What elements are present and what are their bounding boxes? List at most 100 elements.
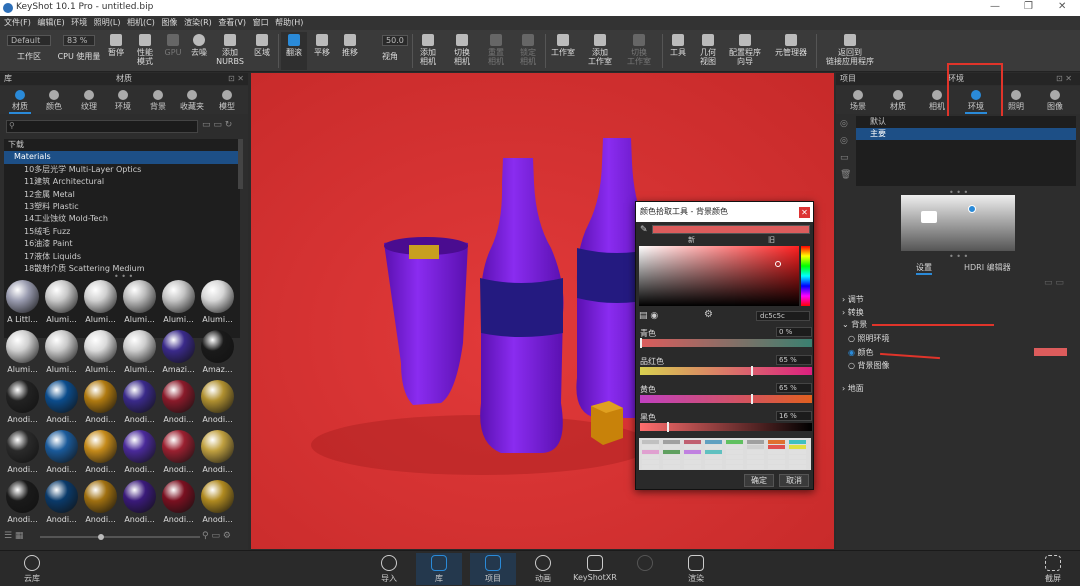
magenta-slider[interactable] bbox=[640, 366, 812, 376]
keyvr-button[interactable] bbox=[622, 553, 668, 585]
pause-button[interactable]: 暂停 bbox=[104, 32, 128, 70]
color-swatch[interactable] bbox=[684, 455, 701, 459]
color-swatch[interactable] bbox=[684, 465, 701, 469]
denoise-button[interactable]: 去噪 bbox=[187, 32, 211, 70]
gpu-button[interactable]: GPU bbox=[162, 32, 184, 70]
color-swatch[interactable] bbox=[789, 460, 806, 464]
material-thumbnail[interactable]: Anodi... bbox=[121, 478, 158, 526]
section-background[interactable]: ⌄ 背景 bbox=[842, 319, 867, 330]
splitter-handle[interactable]: • • • bbox=[949, 252, 968, 261]
import-button[interactable]: 导入 bbox=[366, 553, 412, 585]
color-swatch[interactable] bbox=[789, 455, 806, 459]
tree-item-download[interactable]: 下载 bbox=[4, 139, 240, 151]
tab-environments[interactable]: 环境 bbox=[106, 86, 140, 114]
tab-image[interactable]: 图像 bbox=[1038, 86, 1072, 114]
color-swatch[interactable] bbox=[705, 450, 722, 454]
color-swatch[interactable] bbox=[789, 440, 806, 444]
menu-window[interactable]: 窗口 bbox=[253, 16, 269, 30]
pan-button[interactable]: 平移 bbox=[309, 32, 335, 70]
color-swatch[interactable] bbox=[789, 465, 806, 469]
section-transform[interactable]: › 转换 bbox=[842, 307, 864, 318]
back-to-linked-app-button[interactable]: 返回到 链接应用程序 bbox=[820, 32, 880, 70]
cancel-button[interactable]: 取消 bbox=[779, 474, 809, 487]
material-thumbnail[interactable]: Alumi... bbox=[43, 278, 80, 326]
color-swatch[interactable] bbox=[747, 455, 764, 459]
color-swatch[interactable] bbox=[642, 450, 659, 454]
material-thumbnail[interactable]: Anodi... bbox=[4, 428, 41, 476]
material-thumbnail[interactable]: Amaz... bbox=[199, 328, 236, 376]
cyan-slider[interactable] bbox=[640, 338, 812, 348]
color-swatch[interactable] bbox=[726, 450, 743, 454]
cloud-library-button[interactable]: 云库 bbox=[9, 553, 55, 585]
screenshot-button[interactable]: 截屏 bbox=[1030, 553, 1076, 585]
tools-button[interactable]: 工具 bbox=[665, 32, 691, 70]
color-swatch[interactable] bbox=[663, 450, 680, 454]
tree-scrollbar[interactable] bbox=[238, 139, 243, 189]
tab-models[interactable]: 模型 bbox=[210, 86, 244, 114]
close-button[interactable]: ✕ bbox=[1058, 1, 1066, 12]
tree-item-materials[interactable]: Materials bbox=[4, 151, 240, 164]
tab-materials[interactable]: 材质 bbox=[3, 86, 37, 114]
color-swatch[interactable] bbox=[663, 445, 680, 449]
material-thumbnail[interactable]: A Littl... bbox=[4, 278, 41, 326]
color-swatch[interactable] bbox=[768, 460, 785, 464]
color-picker-close-icon[interactable]: ✕ bbox=[799, 207, 810, 218]
library-search-input[interactable]: ⚲ bbox=[6, 120, 198, 133]
material-thumbnail[interactable]: Alumi... bbox=[199, 278, 236, 326]
tab-material[interactable]: 材质 bbox=[881, 86, 915, 114]
bg-option-color[interactable]: ◉ 颜色 bbox=[848, 347, 874, 358]
project-button[interactable]: 项目 bbox=[470, 553, 516, 585]
color-swatch[interactable] bbox=[768, 445, 785, 449]
color-swatch[interactable] bbox=[726, 465, 743, 469]
animation-button[interactable]: 动画 bbox=[520, 553, 566, 585]
menu-view[interactable]: 查看(V) bbox=[218, 16, 246, 30]
color-swatch[interactable] bbox=[726, 440, 743, 444]
tree-item[interactable]: 14工业蚀纹 Mold-Tech bbox=[4, 213, 240, 225]
color-swatch[interactable] bbox=[705, 445, 722, 449]
material-thumbnail[interactable]: Amazi... bbox=[160, 328, 197, 376]
tab-backplates[interactable]: 背景 bbox=[141, 86, 175, 114]
color-swatch[interactable] bbox=[789, 445, 806, 449]
material-thumbnail[interactable]: Alumi... bbox=[121, 278, 158, 326]
cpu-value[interactable]: 83 % bbox=[63, 35, 95, 46]
add-studio-button[interactable]: 添加 工作室 bbox=[584, 32, 616, 70]
add-nurbs-button[interactable]: 添加 NURBS bbox=[214, 32, 246, 70]
color-swatch[interactable] bbox=[663, 440, 680, 444]
bg-option-backplate[interactable]: ○ 背景图像 bbox=[848, 360, 890, 371]
tree-item[interactable]: 15绒毛 Fuzz bbox=[4, 226, 240, 238]
material-thumbnail[interactable]: Anodi... bbox=[160, 478, 197, 526]
tab-settings[interactable]: 设置 bbox=[916, 262, 932, 275]
tab-lighting[interactable]: 照明 bbox=[999, 86, 1033, 114]
hdri-preview[interactable] bbox=[901, 195, 1015, 251]
color-swatch[interactable] bbox=[642, 455, 659, 459]
color-swatch[interactable] bbox=[726, 460, 743, 464]
cyan-value[interactable]: 0 % bbox=[776, 327, 812, 337]
color-swatch[interactable] bbox=[726, 455, 743, 459]
color-swatch[interactable] bbox=[663, 465, 680, 469]
tab-scene[interactable]: 场景 bbox=[841, 86, 875, 114]
color-swatch[interactable] bbox=[663, 460, 680, 464]
color-swatch[interactable] bbox=[705, 455, 722, 459]
color-swatch[interactable] bbox=[684, 450, 701, 454]
color-swatch[interactable] bbox=[642, 440, 659, 444]
color-swatch[interactable] bbox=[768, 440, 785, 444]
material-thumbnail[interactable]: Anodi... bbox=[160, 378, 197, 426]
env-item-default[interactable]: 默认 bbox=[856, 116, 1076, 128]
color-swatch[interactable] bbox=[726, 445, 743, 449]
env-side-icons[interactable]: ◎ ◎ ▭ 🗑 bbox=[840, 116, 852, 184]
color-swatch[interactable] bbox=[747, 465, 764, 469]
material-thumbnail[interactable]: Anodi... bbox=[121, 428, 158, 476]
material-thumbnail[interactable]: Anodi... bbox=[82, 428, 119, 476]
tree-item[interactable]: 11建筑 Architectural bbox=[4, 176, 240, 188]
tree-item[interactable]: 13塑料 Plastic bbox=[4, 201, 240, 213]
eyedropper-icon[interactable]: ✎ bbox=[640, 225, 648, 235]
view-toggle-icons[interactable]: ☰ ▦ bbox=[4, 531, 23, 541]
tab-hdri-editor[interactable]: HDRI 编辑器 bbox=[964, 262, 1011, 273]
color-swatch[interactable] bbox=[663, 455, 680, 459]
color-swatch[interactable] bbox=[747, 440, 764, 444]
tree-item[interactable]: 10多层光学 Multi-Layer Optics bbox=[4, 164, 240, 176]
material-thumbnail[interactable]: Anodi... bbox=[82, 478, 119, 526]
section-ground[interactable]: › 地面 bbox=[842, 383, 864, 394]
color-swatch[interactable] bbox=[768, 455, 785, 459]
yellow-value[interactable]: 65 % bbox=[776, 383, 812, 393]
